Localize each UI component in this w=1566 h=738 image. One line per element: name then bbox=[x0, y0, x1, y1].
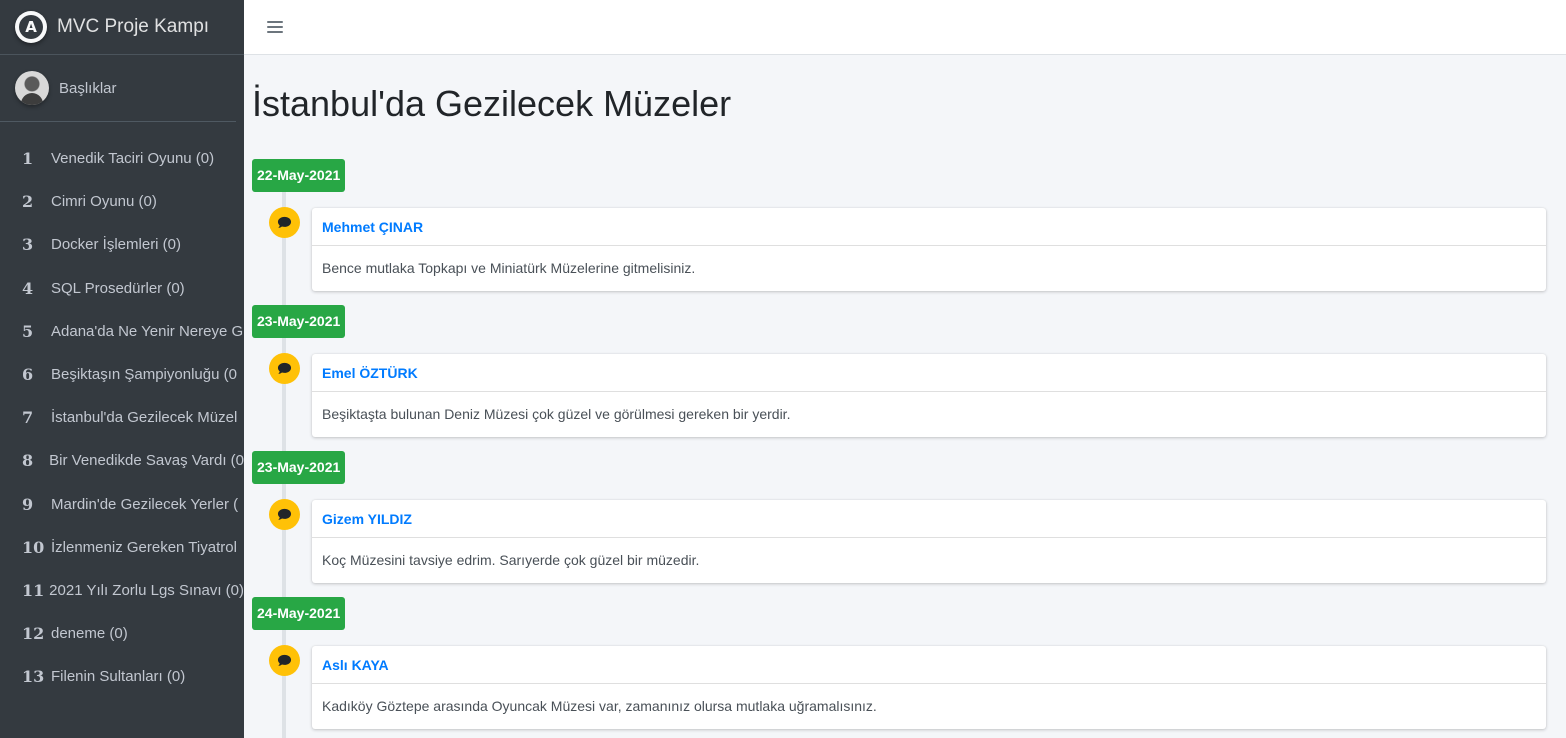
sidebar-item-label: İstanbul'da Gezilecek Müzel bbox=[51, 409, 238, 427]
brand-logo-icon: A bbox=[15, 11, 47, 43]
date-badge: 22-May-2021 bbox=[252, 159, 346, 192]
sidebar-item[interactable]: 4 SQL Prosedürler (0) bbox=[0, 267, 244, 310]
sidebar-item[interactable]: 12 deneme (0) bbox=[0, 612, 244, 655]
sidebar-item[interactable]: 9 Mardin'de Gezilecek Yerler ( bbox=[0, 483, 244, 526]
card-header: Mehmet ÇINAR bbox=[312, 208, 1546, 246]
sidebar-item-number: 13 bbox=[22, 667, 45, 687]
sidebar-item-label: deneme (0) bbox=[51, 625, 128, 643]
sidebar-item-label: Filenin Sultanları (0) bbox=[51, 668, 186, 686]
sidebar-item-number: 10 bbox=[22, 537, 45, 557]
comment-text: Kadıköy Göztepe arasında Oyuncak Müzesi … bbox=[322, 698, 877, 714]
author-link[interactable]: Mehmet ÇINAR bbox=[322, 219, 423, 235]
comment-text: Bence mutlaka Topkapı ve Miniatürk Müzel… bbox=[322, 260, 696, 276]
sidebar-item-number: 8 bbox=[22, 451, 34, 471]
comment-card: Mehmet ÇINAR Bence mutlaka Topkapı ve Mi… bbox=[312, 208, 1546, 291]
sidebar-item-label: İzlenmeniz Gereken Tiyatrol bbox=[51, 538, 237, 556]
page-title: İstanbul'da Gezilecek Müzeler bbox=[252, 83, 732, 124]
user-panel[interactable]: Başlıklar bbox=[0, 55, 236, 122]
sidebar-item[interactable]: 13 Filenin Sultanları (0) bbox=[0, 655, 244, 698]
sidebar-item-label: Docker İşlemleri (0) bbox=[51, 236, 182, 254]
card-header: Gizem YILDIZ bbox=[312, 500, 1546, 538]
main-content: İstanbul'da Gezilecek Müzeler 22-May-202… bbox=[244, 55, 1566, 738]
sidebar-item-label: Bir Venedikde Savaş Vardı (0 bbox=[49, 452, 244, 470]
comment-card: Aslı KAYA Kadıköy Göztepe arasında Oyunc… bbox=[312, 646, 1546, 729]
top-navbar bbox=[244, 0, 1566, 55]
comment-icon bbox=[269, 645, 300, 676]
author-link[interactable]: Gizem YILDIZ bbox=[322, 511, 412, 527]
comment-text: Beşiktaşta bulunan Deniz Müzesi çok güze… bbox=[322, 406, 791, 422]
sidebar-item-number: 12 bbox=[22, 624, 45, 644]
comment-icon bbox=[269, 207, 300, 238]
sidebar-item[interactable]: 3 Docker İşlemleri (0) bbox=[0, 223, 244, 266]
sidebar-item-number: 4 bbox=[22, 278, 34, 298]
sidebar-item-label: Beşiktaşın Şampiyonluğu (0 bbox=[51, 366, 237, 384]
card-header: Aslı KAYA bbox=[312, 646, 1546, 684]
sidebar-item[interactable]: 2 Cimri Oyunu (0) bbox=[0, 180, 244, 223]
sidebar-item[interactable]: 6 Beşiktaşın Şampiyonluğu (0 bbox=[0, 353, 244, 396]
sidebar-item[interactable]: 10 İzlenmeniz Gereken Tiyatrol bbox=[0, 526, 244, 569]
sidebar-item-number: 5 bbox=[22, 321, 34, 341]
brand-text: MVC Proje Kampı bbox=[57, 16, 210, 37]
sidebar-item-label: Mardin'de Gezilecek Yerler ( bbox=[51, 495, 239, 513]
date-badge: 23-May-2021 bbox=[252, 305, 346, 338]
sidebar-nav: 1 Venedik Taciri Oyunu (0) 2 Cimri Oyunu (… bbox=[0, 122, 244, 698]
comment-icon bbox=[269, 353, 300, 384]
sidebar-item[interactable]: 1 Venedik Taciri Oyunu (0) bbox=[0, 137, 244, 180]
sidebar-item[interactable]: 5 Adana'da Ne Yenir Nereye G bbox=[0, 310, 244, 353]
sidebar-item-label: Adana'da Ne Yenir Nereye G bbox=[51, 322, 244, 340]
sidebar-item-number: 11 bbox=[22, 580, 45, 600]
comment-card: Emel ÖZTÜRK Beşiktaşta bulunan Deniz Müz… bbox=[312, 354, 1546, 437]
sidebar-item-number: 3 bbox=[22, 235, 34, 255]
comment-card: Gizem YILDIZ Koç Müzesini tavsiye edrim.… bbox=[312, 500, 1546, 583]
author-link[interactable]: Aslı KAYA bbox=[322, 657, 389, 673]
sidebar-item[interactable]: 8 Bir Venedikde Savaş Vardı (0 bbox=[0, 439, 244, 482]
brand-link[interactable]: A MVC Proje Kampı bbox=[0, 0, 244, 55]
brand-logo-letter: A bbox=[19, 15, 43, 39]
sidebar-item-label: Cimri Oyunu (0) bbox=[51, 193, 157, 211]
sidebar-item-number: 9 bbox=[22, 494, 34, 514]
sidebar-item-label: Venedik Taciri Oyunu (0) bbox=[51, 150, 215, 168]
date-badge: 24-May-2021 bbox=[252, 597, 346, 630]
hamburger-icon[interactable] bbox=[267, 20, 283, 34]
avatar bbox=[15, 71, 49, 105]
sidebar-item-label: SQL Prosedürler (0) bbox=[51, 279, 185, 297]
sidebar-item[interactable]: 11 2021 Yılı Zorlu Lgs Sınavı (0) bbox=[0, 569, 244, 612]
comment-text: Koç Müzesini tavsiye edrim. Sarıyerde ço… bbox=[322, 552, 700, 568]
date-badge: 23-May-2021 bbox=[252, 451, 346, 484]
sidebar-item[interactable]: 7 İstanbul'da Gezilecek Müzel bbox=[0, 396, 244, 439]
user-name: Başlıklar bbox=[59, 79, 117, 97]
sidebar: A MVC Proje Kampı Başlıklar 1 Venedik Tac… bbox=[0, 0, 244, 738]
sidebar-item-number: 1 bbox=[22, 149, 34, 169]
author-link[interactable]: Emel ÖZTÜRK bbox=[322, 365, 418, 381]
sidebar-item-number: 2 bbox=[22, 192, 34, 212]
sidebar-item-label: 2021 Yılı Zorlu Lgs Sınavı (0) bbox=[49, 581, 244, 599]
sidebar-item-number: 6 bbox=[22, 365, 34, 385]
comment-icon bbox=[269, 499, 300, 530]
card-header: Emel ÖZTÜRK bbox=[312, 354, 1546, 392]
sidebar-item-number: 7 bbox=[22, 408, 34, 428]
